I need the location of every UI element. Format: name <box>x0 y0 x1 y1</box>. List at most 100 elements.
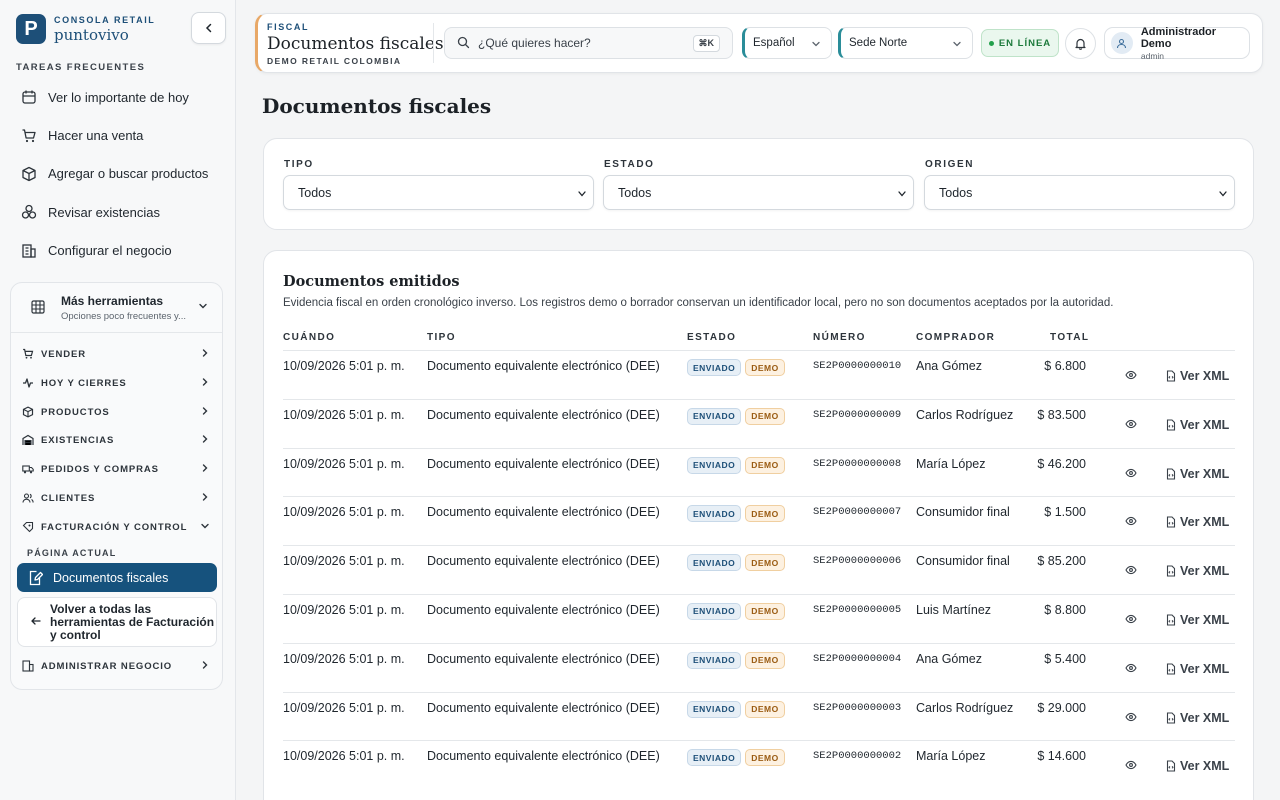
nav-group-clientes[interactable]: CLIENTES <box>21 487 214 509</box>
command-search-input[interactable]: ¿Qué quieres hacer? ⌘K <box>444 27 733 59</box>
cell-when: 10/09/2026 5:01 p. m. <box>283 554 405 569</box>
truck-icon <box>21 462 35 476</box>
view-document-button[interactable] <box>1125 663 1137 673</box>
quick-item-settings[interactable]: Configurar el negocio <box>10 232 228 270</box>
cell-status: ENVIADO DEMO <box>687 456 789 474</box>
view-document-button[interactable] <box>1125 614 1137 624</box>
language-select[interactable]: Español <box>742 27 832 59</box>
chevron-right-icon <box>202 378 208 386</box>
view-document-button[interactable] <box>1125 565 1137 575</box>
nav-group-label: PEDIDOS Y COMPRAS <box>41 463 159 475</box>
column-header-type: TIPO <box>427 332 456 343</box>
page-title: Documentos fiscales <box>262 94 492 118</box>
quick-item-today[interactable]: Ver lo importante de hoy <box>10 78 228 116</box>
brand[interactable]: P CONSOLA RETAIL puntovivo <box>16 14 155 44</box>
search-placeholder: ¿Qué quieres hacer? <box>478 36 591 50</box>
cell-when: 10/09/2026 5:01 p. m. <box>283 456 405 471</box>
view-xml-label: Ver XML <box>1180 417 1230 432</box>
view-document-button[interactable] <box>1125 419 1137 429</box>
nav-group-facturacion[interactable]: FACTURACIÓN Y CONTROL <box>21 516 214 538</box>
table-row: 10/09/2026 5:01 p. m. Documento equivale… <box>283 447 1235 497</box>
nav-group-vender[interactable]: VENDER <box>21 343 214 365</box>
quick-item-stock[interactable]: Revisar existencias <box>10 193 228 231</box>
more-tools-toggle[interactable]: Más herramientas Opciones poco frecuente… <box>11 283 222 333</box>
cell-type: Documento equivalente electrónico (DEE) <box>427 554 660 569</box>
collapse-sidebar-button[interactable] <box>191 12 226 44</box>
file-code-icon <box>1165 468 1177 480</box>
view-xml-button[interactable]: Ver XML <box>1165 564 1229 578</box>
view-document-button[interactable] <box>1125 516 1137 526</box>
nav-group-pedidos[interactable]: PEDIDOS Y COMPRAS <box>21 458 214 480</box>
cell-type: Documento equivalente electrónico (DEE) <box>427 749 660 764</box>
warehouse-icon <box>21 433 35 447</box>
view-xml-button[interactable]: Ver XML <box>1165 467 1229 481</box>
sidebar-item-documentos-fiscales[interactable]: Documentos fiscales <box>17 563 217 592</box>
table-row: 10/09/2026 5:01 p. m. Documento equivale… <box>283 691 1235 741</box>
view-document-button[interactable] <box>1125 760 1137 770</box>
cell-status: ENVIADO DEMO <box>687 505 789 523</box>
user-menu-button[interactable]: Administrador Demo admin <box>1104 25 1250 61</box>
cell-status: ENVIADO DEMO <box>687 407 789 425</box>
filter-label: ESTADO <box>604 159 655 170</box>
filter-estado-select[interactable]: Todos <box>603 175 914 210</box>
view-xml-button[interactable]: Ver XML <box>1165 759 1229 773</box>
cell-number: SE2P0000000005 <box>813 603 902 616</box>
back-to-billing-tools-link[interactable]: Volver a todas las herramientas de Factu… <box>17 597 217 647</box>
package-search-icon <box>20 165 38 183</box>
cell-when: 10/09/2026 5:01 p. m. <box>283 651 405 666</box>
cart-icon <box>20 127 38 145</box>
view-document-button[interactable] <box>1125 712 1137 722</box>
arrow-left-icon <box>30 615 44 629</box>
status-badge: ENVIADO <box>687 700 742 718</box>
nav-group-existencias[interactable]: EXISTENCIAS <box>21 429 214 451</box>
view-xml-label: Ver XML <box>1180 466 1230 481</box>
quick-item-sale[interactable]: Hacer una venta <box>10 116 228 154</box>
nav-group-hoy[interactable]: HOY Y CIERRES <box>21 372 214 394</box>
status-badge: ENVIADO <box>687 456 742 474</box>
quick-list: Ver lo importante de hoy Hacer una venta… <box>10 78 228 270</box>
quick-item-products[interactable]: Agregar o buscar productos <box>10 155 228 193</box>
cell-total: $ 29.000 <box>1037 700 1086 715</box>
view-document-button[interactable] <box>1125 468 1137 478</box>
table-row: 10/09/2026 5:01 p. m. Documento equivale… <box>283 740 1235 789</box>
status-badge: ENVIADO <box>687 651 742 669</box>
branch-select[interactable]: Sede Norte <box>838 27 973 59</box>
cell-buyer: Luis Martínez <box>916 602 992 617</box>
view-xml-label: Ver XML <box>1180 369 1230 383</box>
cell-status: ENVIADO DEMO <box>687 749 789 767</box>
chevron-right-icon <box>202 661 208 669</box>
shortcut-badge: ⌘K <box>692 35 720 52</box>
topbar-subtitle: DEMO RETAIL COLOMBIA <box>267 56 402 66</box>
view-xml-button[interactable]: Ver XML <box>1165 369 1229 383</box>
column-header-total: TOTAL <box>1050 332 1090 343</box>
cell-status: ENVIADO DEMO <box>687 700 789 718</box>
nav-group-administrar[interactable]: ADMINISTRAR NEGOCIO <box>21 655 214 677</box>
user-name: Administrador Demo <box>1140 25 1217 50</box>
file-code-icon <box>1165 370 1177 382</box>
cell-number: SE2P0000000004 <box>813 652 902 665</box>
notifications-button[interactable] <box>1065 28 1096 59</box>
view-xml-button[interactable]: Ver XML <box>1165 515 1229 529</box>
chevron-down-icon <box>1219 191 1227 197</box>
topbar-kicker: FISCAL <box>267 22 310 32</box>
view-xml-button[interactable]: Ver XML <box>1165 418 1229 432</box>
cell-number: SE2P0000000002 <box>813 750 902 763</box>
building-icon <box>21 659 35 673</box>
view-xml-button[interactable]: Ver XML <box>1165 711 1229 725</box>
online-status-badge: EN LÍNEA <box>981 29 1059 57</box>
view-xml-button[interactable]: Ver XML <box>1165 662 1229 676</box>
cell-number: SE2P0000000008 <box>813 457 902 470</box>
cell-total: $ 6.800 <box>1044 359 1086 373</box>
nav-group-label: ADMINISTRAR NEGOCIO <box>41 660 173 672</box>
view-xml-button[interactable]: Ver XML <box>1165 613 1229 627</box>
column-header-number: NÚMERO <box>813 332 866 343</box>
filter-tipo-select[interactable]: Todos <box>283 175 594 210</box>
view-xml-label: Ver XML <box>1180 515 1230 530</box>
chevron-down-icon <box>812 41 820 47</box>
filter-origen-select[interactable]: Todos <box>924 175 1235 210</box>
nav-group-productos[interactable]: PRODUCTOS <box>21 401 214 423</box>
view-document-button[interactable] <box>1125 370 1137 380</box>
view-xml-label: Ver XML <box>1180 612 1230 627</box>
cell-total: $ 46.200 <box>1037 456 1086 471</box>
cell-total: $ 14.600 <box>1037 749 1086 764</box>
